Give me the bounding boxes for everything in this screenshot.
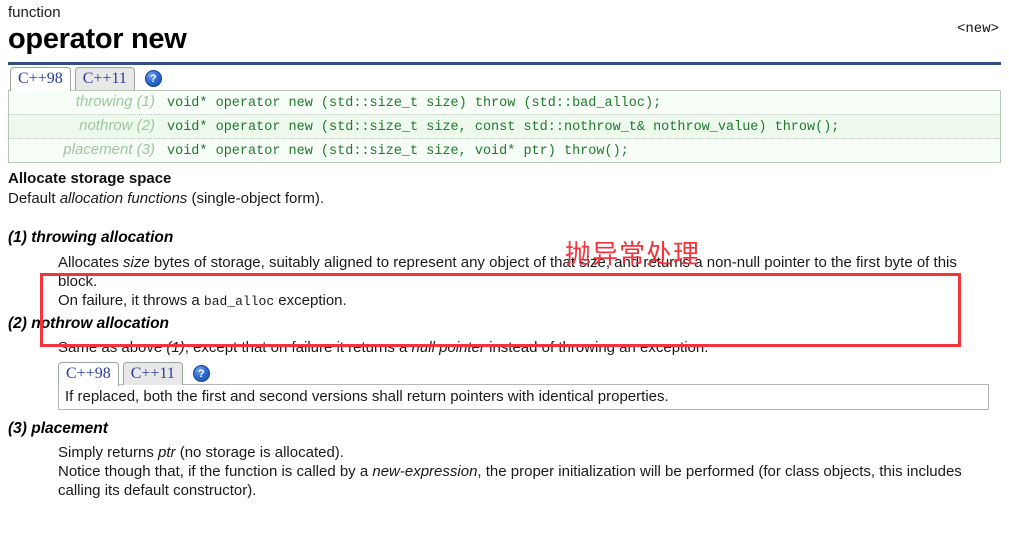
section-throwing: (1) throwing allocation Allocates size b… [0, 229, 1009, 311]
section-three-heading: (3) placement [8, 420, 108, 437]
signature-table: throwing (1) void* operator new (std::si… [8, 91, 1001, 163]
section-three-line1-emphasis: ptr [158, 444, 176, 461]
signature-label: throwing (1) [75, 93, 155, 110]
tab-cpp98[interactable]: C++98 [10, 67, 71, 91]
section-one-line1: Allocates size bytes of storage, suitabl… [58, 253, 969, 291]
reference-page: function operator new <new> C++98 C++11 … [0, 0, 1009, 549]
section-three-body: Simply returns ptr (no storage is alloca… [58, 443, 969, 500]
section-three-line1-post: (no storage is allocated). [175, 444, 344, 461]
description-subtitle-pre: Default [8, 190, 60, 207]
inner-note-box: If replaced, both the first and second v… [58, 384, 989, 410]
inner-tab-cpp11[interactable]: C++11 [122, 362, 183, 385]
description-subtitle-emphasis: allocation functions [59, 190, 188, 207]
inner-help-icon[interactable]: ? [192, 365, 210, 382]
section-three-line2-pre: Notice though that, if the function is c… [58, 463, 373, 480]
inner-version-tabs: C++98 C++11 ? [58, 360, 1009, 386]
description-subtitle-post: (single-object form). [187, 190, 325, 207]
signature-label: nothrow (2) [79, 117, 155, 134]
table-row: placement (3) void* operator new (std::s… [9, 139, 1000, 162]
section-three-line2: Notice though that, if the function is c… [58, 462, 969, 500]
section-one-line1-pre: Allocates [58, 254, 124, 271]
section-one-heading: (1) throwing allocation [8, 229, 174, 246]
tab-cpp11[interactable]: C++11 [74, 67, 135, 90]
section-three-line2-emphasis: new-expression [372, 463, 478, 480]
annotation-text: 抛异常处理 [565, 240, 701, 270]
page-title: operator new [8, 23, 187, 55]
section-one-body: Allocates size bytes of storage, suitabl… [58, 253, 969, 311]
standard-version-tabs: C++98 C++11 ? [8, 65, 1001, 91]
section-two-line1: Same as above (1), except that on failur… [58, 338, 969, 357]
section-one-line2: On failure, it throws a bad_alloc except… [58, 291, 969, 311]
signature-code: void* operator new (std::size_t size, vo… [167, 144, 629, 159]
page-kind-label: function [8, 4, 61, 21]
signature-label: placement (3) [63, 141, 155, 158]
section-two-line1-mid: , except that on failure it returns a [184, 339, 412, 356]
section-one-line1-emphasis: size [123, 254, 150, 271]
inner-tab-cpp98[interactable]: C++98 [58, 362, 119, 386]
table-row: throwing (1) void* operator new (std::si… [9, 91, 1000, 115]
section-three-line1: Simply returns ptr (no storage is alloca… [58, 443, 969, 462]
header-new-link[interactable]: <new> [957, 21, 999, 37]
page-header: function operator new <new> [0, 0, 1009, 55]
section-two-heading: (2) nothrow allocation [8, 315, 170, 332]
section-one-inline-code: bad_alloc [203, 294, 275, 309]
help-icon[interactable]: ? [144, 70, 162, 87]
section-one-line1-post: bytes of storage, suitably aligned to re… [58, 254, 957, 290]
signature-code: void* operator new (std::size_t size) th… [167, 96, 662, 111]
signature-code: void* operator new (std::size_t size, co… [167, 120, 840, 135]
section-nothrow: (2) nothrow allocation Same as above (1)… [0, 315, 1009, 410]
description-heading: Allocate storage space [8, 170, 172, 187]
section-placement: (3) placement Simply returns ptr (no sto… [0, 420, 1009, 500]
section-two-line1-pre: Same as above [58, 339, 167, 356]
table-row: nothrow (2) void* operator new (std::siz… [9, 115, 1000, 139]
section-two-emphasis: null pointer [411, 339, 485, 356]
section-one-line2-post: exception. [274, 292, 347, 309]
section-one-line2-pre: On failure, it throws a [58, 292, 204, 309]
section-three-line1-pre: Simply returns [58, 444, 159, 461]
section-two-ref: (1) [166, 339, 185, 356]
description-subtitle: Default allocation functions (single-obj… [8, 190, 1001, 207]
section-two-line1-post: instead of throwing an exception. [484, 339, 709, 356]
